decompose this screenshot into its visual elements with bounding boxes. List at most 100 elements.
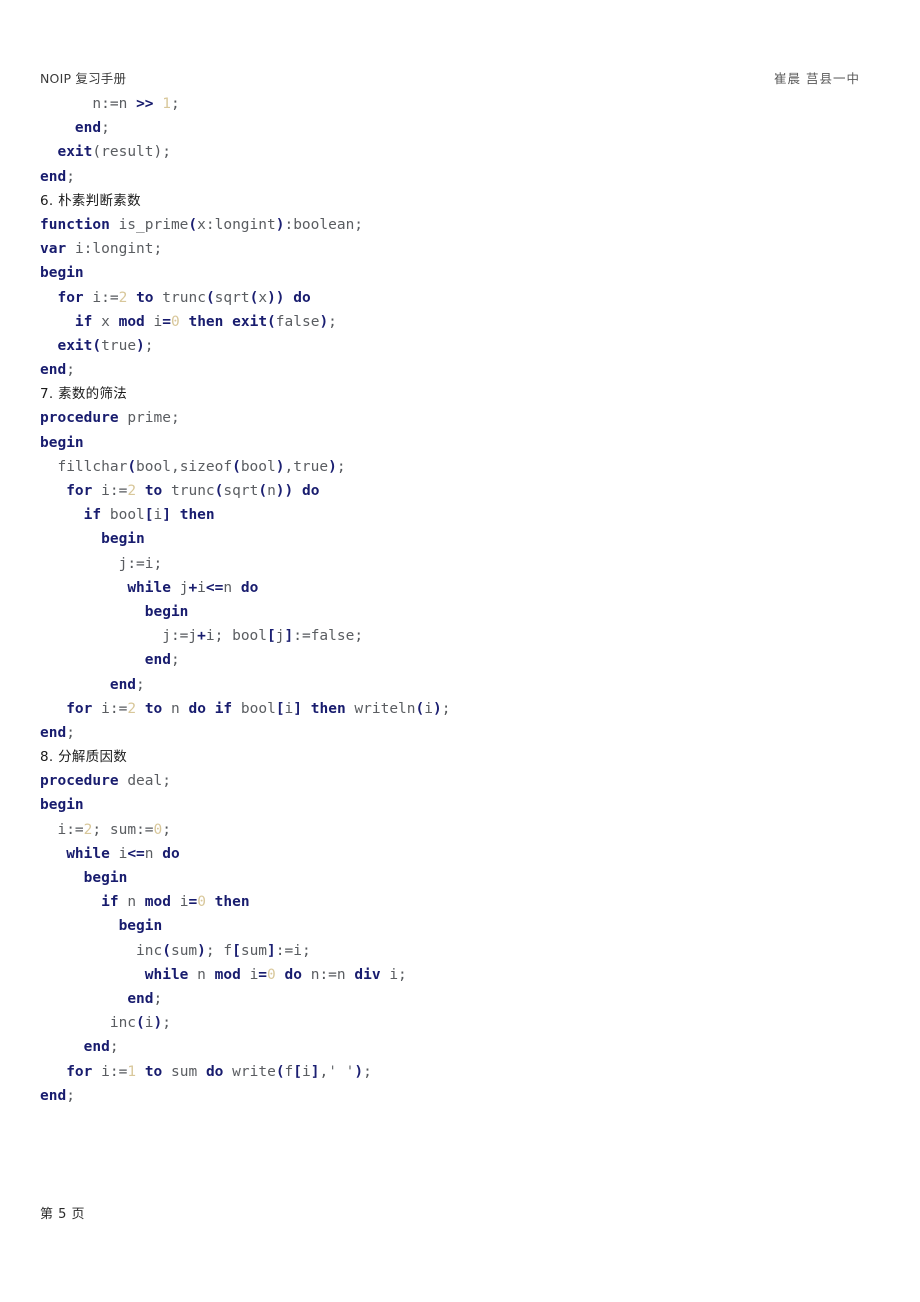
code-token-punc [92, 314, 101, 330]
code-line: function is_prime(x:longint):boolean; [40, 213, 900, 237]
code-token-op: + [197, 628, 206, 645]
code-token-punc [136, 701, 145, 717]
code-token-id: i [153, 313, 163, 330]
code-token-punc [285, 290, 294, 306]
code-token-str: ' ' [328, 1063, 355, 1080]
code-token-brk: ) [197, 942, 206, 959]
code-token-punc: := [170, 628, 189, 645]
code-token-kw: do [302, 483, 320, 499]
code-token-id: sum [240, 942, 268, 959]
code-token-punc [136, 483, 145, 499]
code-line: end; [40, 1084, 900, 1108]
code-line: while n mod i=0 do n:=n div i; [40, 963, 900, 987]
code-token-id: j [188, 628, 198, 645]
code-line: for i:=2 to n do if bool[i] then writeln… [40, 697, 900, 721]
code-token-id: result [101, 144, 154, 161]
code-token-punc [66, 241, 75, 257]
code-token-punc [381, 967, 390, 983]
code-line: for i:=1 to sum do write(f[i],' '); [40, 1060, 900, 1084]
code-token-id: i [101, 700, 110, 717]
code-token-punc: := [127, 555, 145, 572]
code-listing: n:=n >> 1; end; exit(result); end; 6. 朴素判断… [40, 92, 900, 1108]
code-token-id: n [92, 96, 102, 112]
code-line: end; [40, 1035, 900, 1059]
code-token-brk: ) [284, 483, 294, 499]
code-token-punc [92, 483, 101, 499]
code-line: inc(i); [40, 1011, 900, 1035]
code-token-kw: end [40, 1087, 67, 1104]
code-token-kw: begin [118, 918, 163, 935]
code-token-punc [127, 96, 136, 112]
section-heading: 7. 素数的筛法 [40, 386, 128, 403]
code-token-kw: while [144, 966, 189, 983]
code-token-punc [302, 967, 311, 983]
code-token-punc [223, 628, 232, 644]
code-token-punc: ; [170, 652, 180, 669]
code-token-punc: ; [354, 628, 364, 645]
code-line: procedure deal; [40, 769, 900, 793]
code-token-brk: ( [267, 313, 276, 330]
code-line: for i:=2 to trunc(sqrt(x)) do [40, 286, 900, 310]
code-token-id: n [197, 966, 206, 983]
code-token-brk: ] [284, 628, 294, 645]
page-number-footer: 第 5 页 [40, 1207, 86, 1222]
code-token-kw: mod [144, 894, 171, 911]
code-token-brk: ) [328, 458, 337, 475]
code-token-punc [162, 483, 171, 499]
code-token-kw: for [57, 289, 84, 306]
code-line: begin [40, 527, 900, 551]
code-token-id: bool,sizeof [136, 458, 233, 475]
code-token-punc: ; [162, 821, 172, 838]
code-line: begin [40, 866, 900, 890]
code-token-brk: ) [275, 483, 285, 499]
code-token-id: trunc [171, 483, 215, 499]
code-line: if x mod i=0 then exit(false); [40, 310, 900, 334]
code-token-punc [92, 701, 101, 717]
code-token-brk: ) [153, 1015, 163, 1032]
code-token-punc [171, 507, 180, 523]
code-token-punc: ; [109, 1039, 119, 1056]
code-token-punc [119, 894, 128, 910]
code-token-punc [241, 967, 250, 983]
code-token-punc: , [284, 458, 294, 475]
code-token-id: bool [109, 507, 145, 524]
code-line: j:=j+i; bool[j]:=false; [40, 624, 900, 648]
code-line: if bool[i] then [40, 503, 900, 527]
code-token-punc: ; [66, 168, 75, 185]
code-line: begin [40, 600, 900, 624]
code-token-kw: var [40, 241, 67, 258]
code-token-punc [276, 967, 285, 983]
code-token-kw: end [74, 120, 102, 137]
code-token-brk: ( [232, 458, 241, 475]
code-token-kw: for [66, 700, 93, 717]
code-token-punc [223, 314, 232, 330]
code-token-punc: ; [328, 313, 337, 330]
code-token-brk: ) [275, 289, 285, 306]
code-token-kw: begin [40, 797, 84, 814]
code-token-punc: ; [153, 990, 163, 1007]
code-token-kw: to [144, 483, 163, 499]
code-token-kw: while [66, 845, 110, 862]
code-token-op: = [188, 894, 198, 911]
code-token-op: = [258, 966, 268, 983]
code-line: j:=i; [40, 552, 900, 576]
code-token-kw: if [214, 700, 233, 717]
code-token-punc: ; [336, 458, 346, 475]
code-token-kw: then [188, 313, 224, 330]
code-token-punc: ; [144, 337, 154, 354]
code-token-kw: while [127, 579, 171, 596]
code-token-id: n [223, 579, 233, 596]
code-token-id: n [127, 894, 137, 911]
code-token-punc: ; [162, 144, 171, 161]
code-token-punc [101, 507, 110, 523]
code-token-punc [154, 846, 163, 862]
code-token-id: n [144, 845, 154, 862]
